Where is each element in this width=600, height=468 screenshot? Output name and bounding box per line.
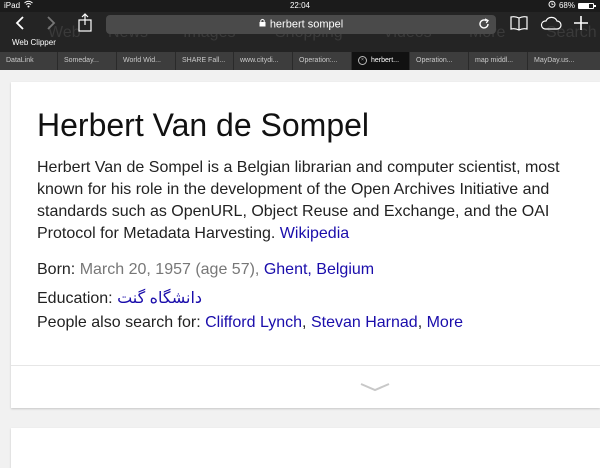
tab-label: herbert... (371, 57, 400, 64)
back-icon[interactable] (14, 15, 26, 31)
url-bar[interactable]: herbert sompel (106, 15, 496, 34)
reload-icon[interactable] (477, 17, 491, 38)
browser-toolbar: Web News Images Shopping Videos More Sea… (0, 12, 600, 52)
lock-icon (259, 15, 266, 34)
next-result-card (11, 428, 600, 468)
tab-herbert-active[interactable]: × herbert... (352, 52, 410, 70)
tab-label: World Wid... (123, 57, 161, 64)
tab-label: MayDay.us... (534, 57, 575, 64)
wikipedia-link[interactable]: Wikipedia (280, 225, 349, 242)
education-link[interactable]: دانشگاه گنت (117, 290, 202, 307)
battery-percent: 68% (558, 1, 575, 10)
status-time: 22:04 (289, 1, 311, 10)
tab-share-fall[interactable]: SHARE Fall... (176, 52, 234, 70)
also-search-clifford-lynch[interactable]: Clifford Lynch (205, 314, 302, 331)
born-label: Born: (37, 261, 76, 278)
alarm-icon (548, 0, 556, 12)
tab-label: SHARE Fall... (182, 57, 226, 64)
tab-strip: DataLink Someday... World Wid... SHARE F… (0, 52, 600, 70)
status-bar: iPad 22:04 68% (0, 0, 600, 12)
born-value: March 20, 1957 (age 57), (79, 261, 260, 278)
tab-label: Someday... (64, 57, 99, 64)
tab-label: Operation:... (299, 57, 338, 64)
also-search-label: People also search for: (37, 314, 201, 331)
also-search-stevan-harnad[interactable]: Stevan Harnad (311, 314, 418, 331)
tab-datalink[interactable]: DataLink (0, 52, 58, 70)
close-tab-icon[interactable]: × (358, 55, 367, 65)
cloud-icon[interactable] (540, 15, 562, 31)
also-search-more-link[interactable]: More (427, 314, 463, 331)
also-search-separator: , (302, 314, 307, 331)
card-divider (11, 365, 600, 366)
entity-description: Herbert Van de Sompel is a Belgian libra… (37, 157, 597, 245)
fact-born: Born: March 20, 1957 (age 57), Ghent, Be… (37, 261, 374, 279)
share-icon[interactable] (77, 13, 93, 33)
tab-operation-2[interactable]: Operation... (410, 52, 469, 70)
entity-title: Herbert Van de Sompel (37, 107, 370, 143)
tab-mayday[interactable]: MayDay.us... (528, 52, 600, 70)
born-place-link[interactable]: Ghent, Belgium (264, 261, 374, 278)
tab-label: www.citydi... (240, 57, 279, 64)
tab-world-wide[interactable]: World Wid... (117, 52, 176, 70)
battery-fill (579, 4, 589, 8)
expand-chevron-icon[interactable] (360, 379, 390, 397)
also-search-separator: , (417, 314, 423, 331)
fact-education: Education: دانشگاه گنت (37, 288, 202, 308)
knowledge-panel-card: Herbert Van de Sompel Herbert Van de Som… (11, 82, 600, 408)
web-clipper-label[interactable]: Web Clipper (12, 38, 56, 47)
new-tab-icon[interactable] (573, 15, 589, 31)
tab-someday[interactable]: Someday... (58, 52, 117, 70)
tab-operation-1[interactable]: Operation:... (293, 52, 352, 70)
education-label: Education: (37, 290, 113, 307)
status-right: 68% (548, 0, 596, 12)
bookmarks-icon[interactable] (510, 15, 528, 31)
battery-icon (578, 3, 596, 9)
tab-citydi[interactable]: www.citydi... (234, 52, 293, 70)
forward-icon[interactable] (45, 15, 57, 31)
tab-label: Operation... (416, 57, 453, 64)
tab-map-middle[interactable]: map middl... (469, 52, 528, 70)
tab-label: map middl... (475, 57, 514, 64)
url-text: herbert sompel (269, 18, 344, 31)
tab-label: DataLink (6, 57, 34, 64)
fact-people-also-search: People also search for: Clifford Lynch, … (37, 314, 463, 332)
